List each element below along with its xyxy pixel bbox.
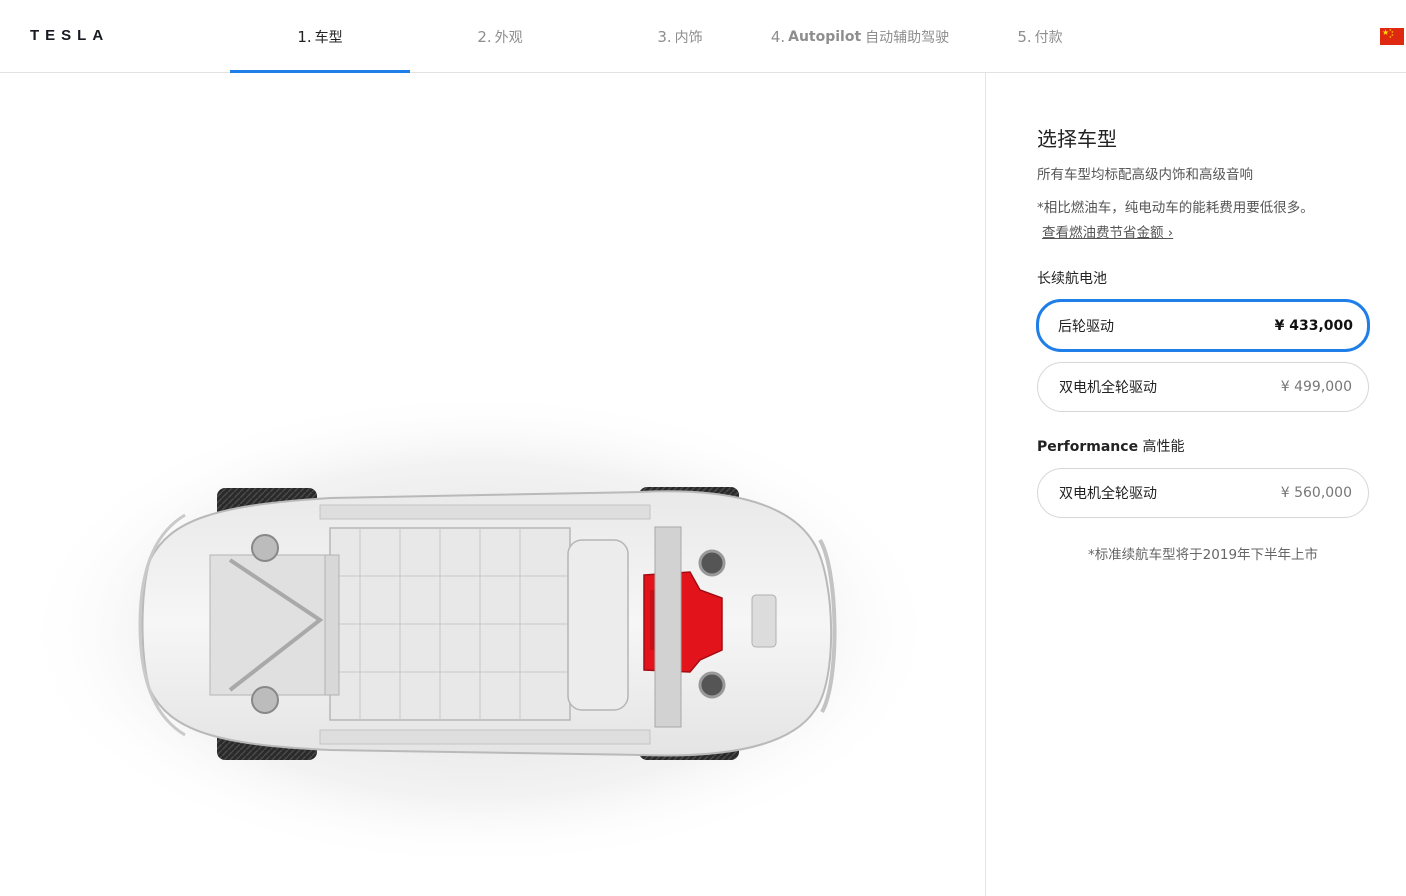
tab-step-5[interactable]: 5. 付款 [950, 0, 1130, 73]
option-name: 双电机全轮驱动 [1059, 380, 1157, 396]
tab-step-2[interactable]: 2. 外观 [410, 0, 590, 73]
option-performance-awd[interactable]: 双电机全轮驱动 ¥ 560,000 [1037, 468, 1369, 518]
energy-cost-note: *相比燃油车，纯电动车的能耗费用要低很多。 [1037, 200, 1314, 216]
option-price: ¥ 499,000 [1280, 379, 1352, 395]
fuel-savings-link[interactable]: 查看燃油费节省金额 › [1042, 221, 1173, 241]
standard-range-footnote: *标准续航车型将于2019年下半年上市 [1087, 547, 1319, 563]
group-label-performance: Performance 高性能 [1037, 439, 1185, 455]
tab-step-4[interactable]: 4. Autopilot 自动辅助驾驶 [770, 0, 950, 73]
option-price: ¥ 560,000 [1280, 485, 1352, 501]
tab-label: 付款 [1034, 29, 1063, 46]
tab-label: 自动辅助驾驶 [865, 29, 950, 46]
tab-step-1[interactable]: 1. 车型 [230, 0, 410, 74]
chassis-top-view-image [20, 390, 940, 870]
step-tabs: 1. 车型 2. 外观 3. 内饰 4. Autopilot 自动辅助驾驶 5.… [230, 0, 1130, 74]
tesla-logo[interactable]: TESLA [30, 27, 109, 45]
tab-step-3[interactable]: 3. 内饰 [590, 0, 770, 73]
option-dual-motor-awd[interactable]: 双电机全轮驱动 ¥ 499,000 [1037, 362, 1369, 412]
top-nav: TESLA 1. 车型 2. 外观 3. 内饰 4. Autopilot 自动辅… [0, 0, 1406, 74]
config-panel: 选择车型 所有车型均标配高级内饰和高级音响 *相比燃油车，纯电动车的能耗费用要低… [987, 73, 1406, 896]
option-rwd[interactable]: 后轮驱动 ¥ 433,000 [1036, 299, 1370, 352]
option-name: 双电机全轮驱动 [1059, 486, 1157, 502]
option-name: 后轮驱动 [1058, 318, 1114, 335]
vehicle-preview [0, 73, 986, 896]
tab-label: 内饰 [674, 29, 703, 46]
page-title: 选择车型 [1037, 127, 1117, 151]
tab-label: 车型 [314, 29, 343, 46]
tab-label: 外观 [494, 29, 523, 46]
group-label-long-range: 长续航电池 [1037, 271, 1107, 287]
option-price: ¥ 433,000 [1274, 317, 1353, 334]
tab-label-strong: Autopilot [788, 28, 862, 45]
china-flag-icon[interactable]: ★ ★ ★ ★ ★ [1380, 28, 1404, 45]
standard-features-text: 所有车型均标配高级内饰和高级音响 [1037, 167, 1253, 183]
